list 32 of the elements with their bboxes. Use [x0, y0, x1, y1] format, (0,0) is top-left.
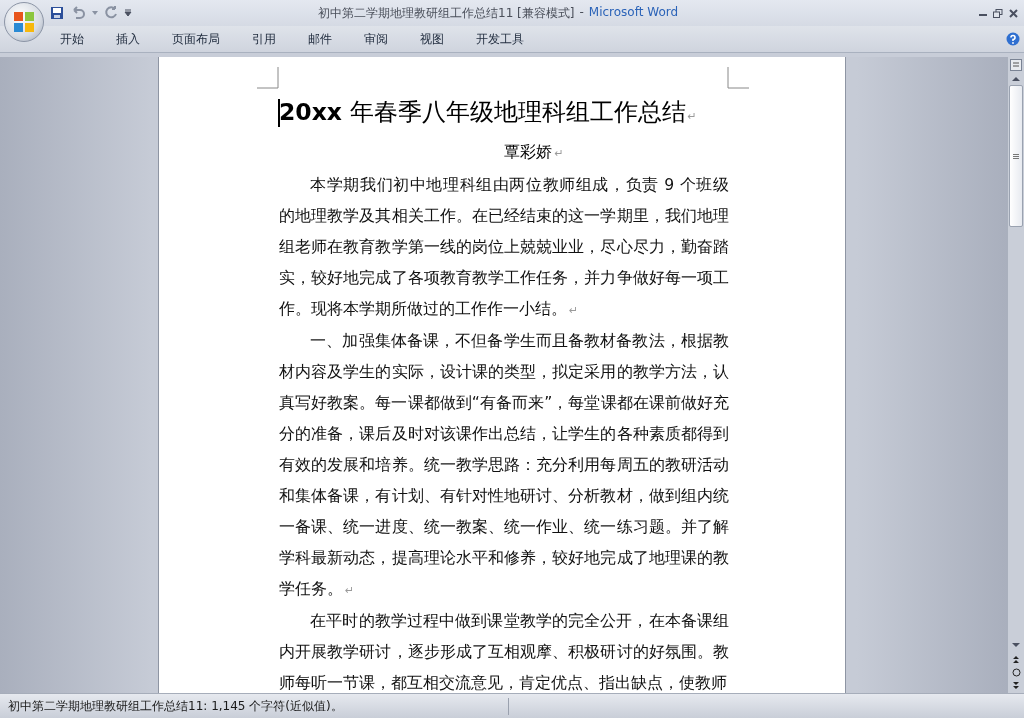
ribbon-tab[interactable]: 插入 [104, 27, 152, 51]
ribbon-tab[interactable]: 邮件 [296, 27, 344, 51]
ribbon-tab[interactable]: 审阅 [352, 27, 400, 51]
ribbon-tab[interactable]: 视图 [408, 27, 456, 51]
ribbon-tab[interactable]: 开始 [48, 27, 96, 51]
ribbon-tab[interactable]: 页面布局 [160, 27, 232, 51]
author-name: 覃彩娇↵ [503, 141, 565, 163]
ribbon-tab[interactable]: 开发工具 [464, 27, 536, 51]
scroll-down-icon[interactable] [1011, 641, 1021, 649]
previous-page-icon[interactable] [1012, 655, 1020, 664]
save-icon[interactable] [50, 6, 64, 20]
text-cursor [278, 99, 280, 127]
next-page-icon[interactable] [1012, 681, 1020, 690]
status-text: 初中第二学期地理教研组工作总结11: 1,145 个字符(近似值)。 [0, 697, 509, 715]
restore-icon[interactable] [993, 8, 1003, 18]
body-paragraph: 本学期我们初中地理科组由两位教师组成，负责 9 个班级的地理教学及其相关工作。在已经结束的这一学期里，我们地理组老师在教育教学第一线的岗位上兢兢业业，尽心尽力，勤奋踏实，较好地完成了各项教育教学工作任务，并力争做好每一项工作。现将本学期所做过的工作作一小结。↵ [279, 175, 729, 320]
window-title: 初中第二学期地理教研组工作总结11 [兼容模式] - Microsoft Word [318, 4, 680, 22]
help-icon[interactable] [1006, 32, 1020, 46]
ribbon-tab[interactable]: 引用 [240, 27, 288, 51]
customize-toolbar-icon[interactable] [124, 9, 132, 17]
body-paragraph: 一、加强集体备课，不但备学生而且备教材备教法，根据教材内容及学生的实际，设计课的类型，拟定采用的教学方法，认真写好教案。每一课都做到“有备而来”，每堂课都在课前做好充分的准备，课后及时对该课作出总结，让学生的各种素质都得到有效的发展和培养。统一教学思路：充分利用每周五的教研活动和集体备课，有计划、有针对性地研讨、分析教材，做到组内统一备课、统一进度、统一教案、统一作业、统一练习题。并了解学科最新动态，提高理论水平和修养，较好地完成了地理课的教学任务。↵ [279, 331, 729, 600]
close-icon[interactable] [1009, 8, 1018, 18]
split-view-icon[interactable] [1010, 59, 1022, 71]
grip-icon [1013, 153, 1019, 159]
document-title: 20xx 年春季八年级地理科组工作总结↵ [279, 97, 698, 129]
scroll-thumb[interactable] [1009, 85, 1023, 227]
crop-mark-icon [257, 67, 279, 89]
body-paragraph: 在平时的教学过程中做到课堂教学的完全公开，在本备课组内开展教学研讨，逐步形成了互相观摩、积极研讨的好氛围。教师每听一节课，都互相交流意见，肯定优点、指出缺点，使教师 [279, 611, 729, 693]
browse-object-icon[interactable] [1011, 668, 1021, 677]
scroll-up-icon[interactable] [1011, 75, 1021, 83]
office-logo-icon [13, 11, 35, 33]
crop-mark-icon [727, 67, 749, 89]
